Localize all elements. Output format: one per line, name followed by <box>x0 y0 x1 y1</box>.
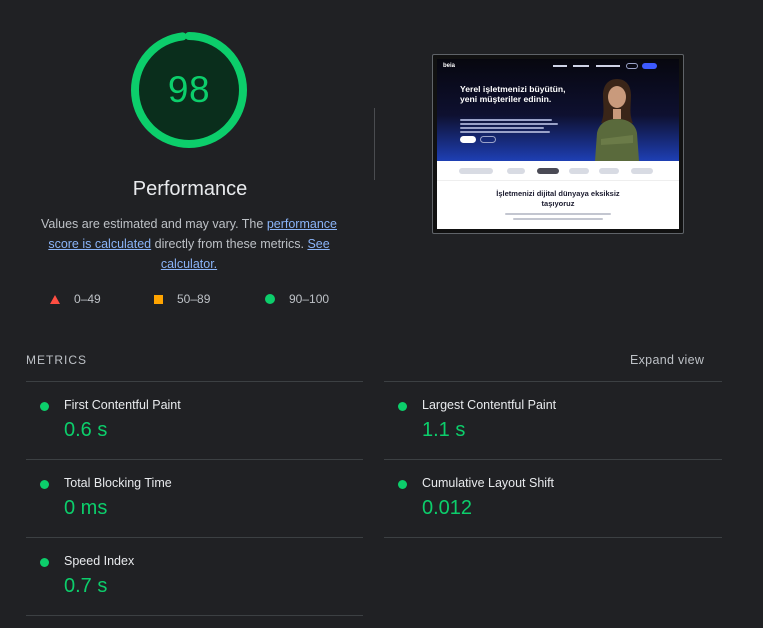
metrics-divider <box>26 381 363 382</box>
pass-circle-icon <box>40 480 49 489</box>
screenshot-nav-link <box>596 65 620 67</box>
screenshot-client-logo <box>599 168 619 174</box>
metric-first-contentful-paint: First Contentful Paint 0.6 s <box>26 394 346 454</box>
metrics-divider <box>26 615 363 616</box>
score-legend: 0–49 50–89 90–100 <box>0 292 380 308</box>
metric-total-blocking-time: Total Blocking Time 0 ms <box>26 472 346 532</box>
average-square-icon <box>154 294 163 304</box>
screenshot-hero: beia Yerel işletmenizi büyütün, yeni müş… <box>437 59 679 161</box>
screenshot-person-image <box>595 79 639 161</box>
screenshot-nav: beia <box>443 62 673 72</box>
legend-label-average: 50–89 <box>177 292 211 306</box>
screenshot-hero-button <box>460 136 476 143</box>
screenshot-client-logo <box>507 168 525 174</box>
description-middle: directly from these metrics. <box>151 237 308 251</box>
screenshot-hero-button-secondary <box>480 136 496 143</box>
final-screenshot[interactable]: beia Yerel işletmenizi büyütün, yeni müş… <box>432 54 684 234</box>
pass-circle-icon <box>398 480 407 489</box>
vertical-divider <box>374 108 375 180</box>
description-prefix: Values are estimated and may vary. The <box>41 217 267 231</box>
metrics-divider <box>26 459 363 460</box>
metrics-divider <box>384 537 722 538</box>
pass-circle-icon <box>40 402 49 411</box>
screenshot-hero-subtext <box>460 119 560 135</box>
screenshot-hero-title: Yerel işletmenizi büyütün, yeni müşteril… <box>460 84 566 104</box>
screenshot-section-text <box>505 213 611 215</box>
screenshot-section-title: İşletmenizi dijital dünyaya eksiksiz taş… <box>496 189 620 208</box>
metric-value: 0.6 s <box>64 419 108 441</box>
score-description: Values are estimated and may vary. The p… <box>28 214 350 274</box>
metric-speed-index: Speed Index 0.7 s <box>26 550 346 610</box>
metric-label: Cumulative Layout Shift <box>422 476 555 490</box>
screenshot-nav-pill <box>626 63 638 69</box>
metric-largest-contentful-paint: Largest Contentful Paint 1.1 s <box>384 394 704 454</box>
metric-cumulative-layout-shift: Cumulative Layout Shift 0.012 <box>384 472 704 532</box>
expand-view-button[interactable]: Expand view <box>630 353 704 367</box>
screenshot-client-logo <box>537 168 559 174</box>
screenshot-section-text <box>513 218 603 220</box>
screenshot-logo: beia <box>443 63 456 69</box>
metric-value: 0.7 s <box>64 575 108 597</box>
metrics-divider <box>384 381 722 382</box>
metric-label: First Contentful Paint <box>64 398 181 412</box>
score-value: 98 <box>167 69 211 110</box>
screenshot-page: beia Yerel işletmenizi büyütün, yeni müş… <box>437 59 679 229</box>
pass-circle-icon <box>40 558 49 567</box>
score-gauge: 98 <box>129 30 249 150</box>
legend-label-fail: 0–49 <box>74 292 101 306</box>
screenshot-nav-link <box>573 65 589 67</box>
screenshot-client-logo <box>569 168 589 174</box>
screenshot-client-logo <box>459 168 493 174</box>
legend-item-pass: 90–100 <box>265 292 329 306</box>
legend-item-fail: 0–49 <box>50 292 101 306</box>
pass-circle-icon <box>265 294 275 304</box>
metrics-divider <box>384 459 722 460</box>
metric-value: 0 ms <box>64 497 108 519</box>
legend-item-average: 50–89 <box>154 292 210 306</box>
metric-label: Total Blocking Time <box>64 476 172 490</box>
metrics-divider <box>26 537 363 538</box>
metric-value: 0.012 <box>422 497 473 519</box>
category-title: Performance <box>132 178 248 200</box>
fail-triangle-icon <box>50 294 60 304</box>
screenshot-logo-strip <box>437 161 679 181</box>
metric-label: Largest Contentful Paint <box>422 398 557 412</box>
metric-value: 1.1 s <box>422 419 466 441</box>
screenshot-client-logo <box>631 168 653 174</box>
metrics-header: METRICS <box>26 353 87 367</box>
metric-label: Speed Index <box>64 554 135 568</box>
screenshot-nav-cta <box>642 63 657 69</box>
screenshot-nav-link <box>553 65 567 67</box>
legend-label-pass: 90–100 <box>289 292 330 306</box>
pass-circle-icon <box>398 402 407 411</box>
